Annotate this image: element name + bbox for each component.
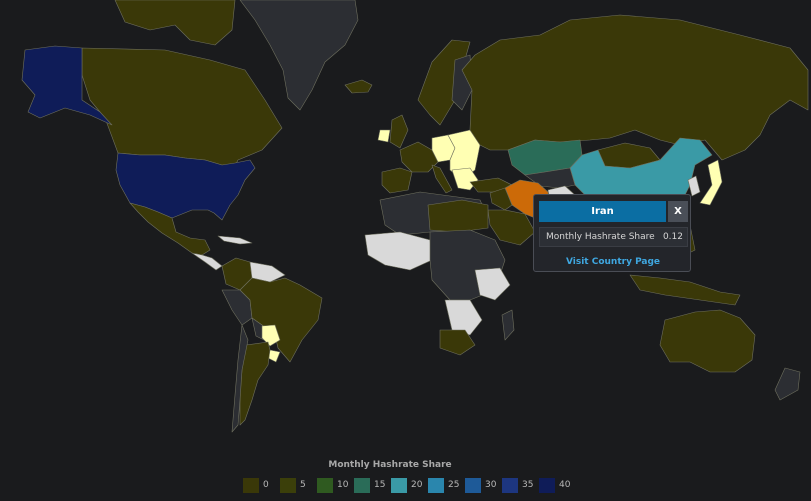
region-korea[interactable] [687,175,701,197]
legend-swatch [428,477,444,493]
legend: 0 5 10 15 20 25 30 35 40 [243,477,576,493]
legend-swatch [502,477,518,493]
country-popup: Iran X Monthly Hashrate Share 0.12 Visit… [533,194,691,272]
legend-item: 10 [317,477,349,493]
region-new-zealand[interactable] [774,367,801,401]
legend-swatch [280,477,296,493]
region-arctic-islands[interactable] [114,0,236,46]
legend-label: 5 [300,480,306,490]
region-east-africa[interactable] [474,267,511,301]
legend-swatch [465,477,481,493]
popup-metric-label: Monthly Hashrate Share [546,232,655,242]
legend-item: 25 [428,477,460,493]
region-iceland[interactable] [344,79,373,94]
region-russia[interactable] [461,14,809,161]
region-indonesia[interactable] [629,274,741,306]
legend-swatch [317,477,333,493]
region-japan[interactable] [699,159,723,206]
legend-swatch [391,477,407,493]
visit-country-page-link[interactable]: Visit Country Page [534,257,692,267]
legend-swatch [539,477,555,493]
legend-swatch [354,477,370,493]
popup-metric-row: Monthly Hashrate Share 0.12 [539,227,688,247]
popup-metric-value: 0.12 [662,232,683,242]
legend-label: 35 [522,480,534,490]
legend-label: 0 [263,480,269,490]
legend-title: Monthly Hashrate Share [328,460,452,470]
legend-label: 20 [411,480,423,490]
legend-label: 15 [374,480,386,490]
legend-label: 40 [559,480,571,490]
legend-label: 30 [485,480,497,490]
legend-item: 35 [502,477,534,493]
region-australia[interactable] [659,309,756,373]
legend-swatch [243,477,259,493]
legend-item: 40 [539,477,571,493]
popup-country-name: Iran [539,201,666,222]
region-canada[interactable] [81,47,283,173]
region-uk[interactable] [389,114,409,149]
legend-label: 10 [337,480,349,490]
legend-label: 25 [448,480,460,490]
region-central-america[interactable] [191,252,223,271]
region-caribbean[interactable] [217,235,253,245]
region-madagascar[interactable] [501,309,515,341]
legend-item: 5 [280,477,312,493]
legend-item: 0 [243,477,275,493]
legend-item: 15 [354,477,386,493]
legend-item: 20 [391,477,423,493]
legend-item: 30 [465,477,497,493]
region-ireland[interactable] [377,129,391,143]
close-button[interactable]: X [668,201,688,222]
region-italy[interactable] [431,164,453,194]
region-west-africa[interactable] [364,231,433,271]
region-iberia[interactable] [381,167,413,194]
region-libya-egypt[interactable] [427,199,489,233]
